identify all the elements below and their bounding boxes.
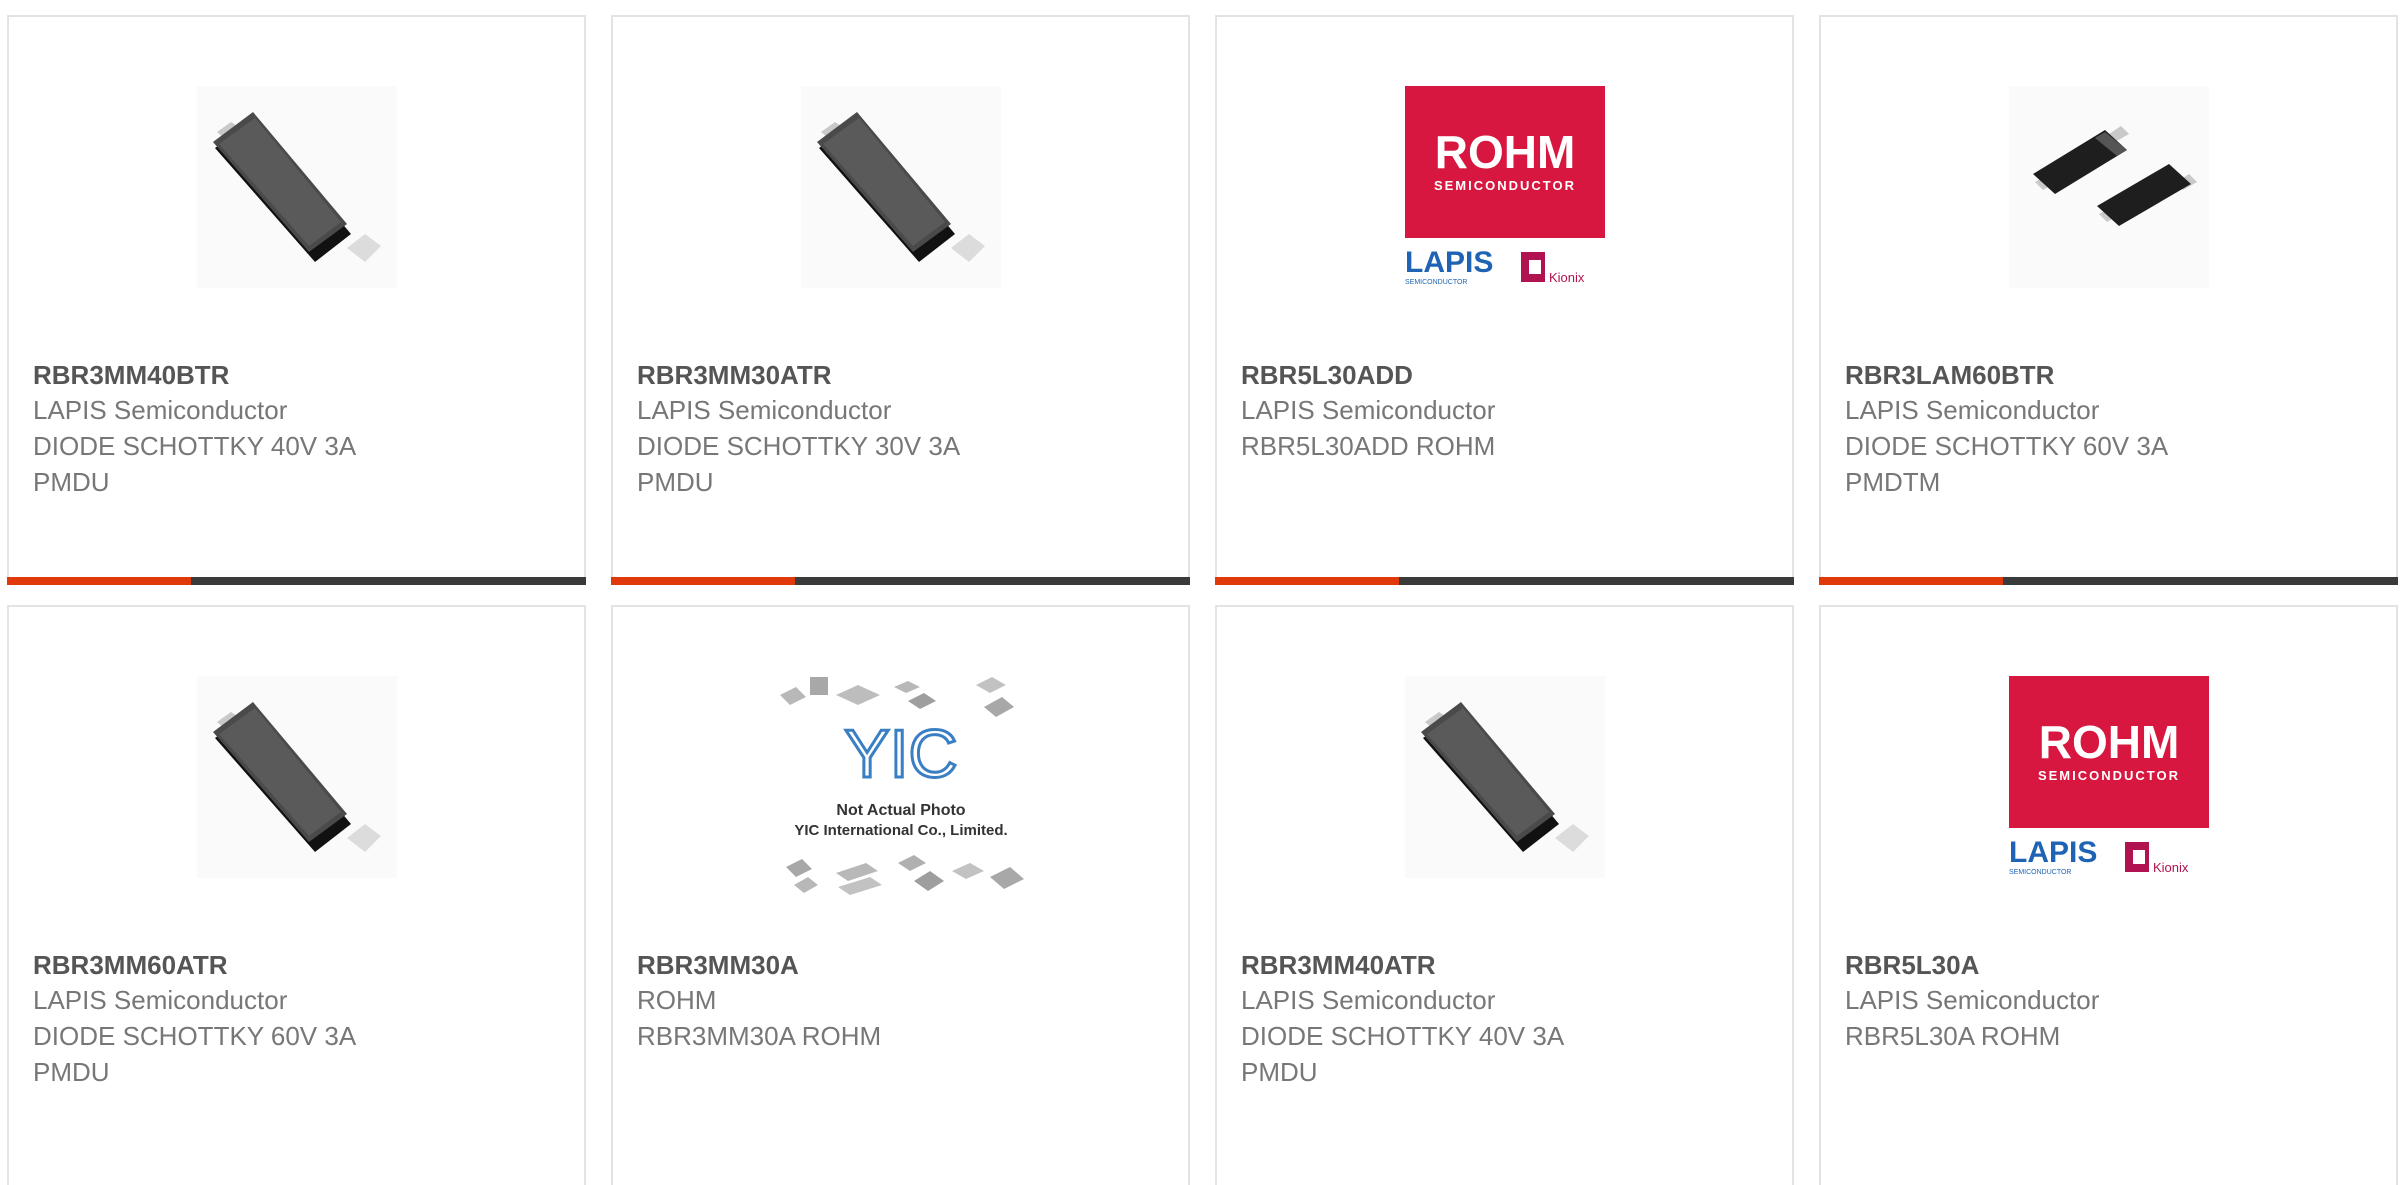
package: PMDU — [33, 467, 110, 497]
manufacturer: ROHM — [637, 985, 717, 1015]
product-card[interactable]: ROHM SEMICONDUCTOR LAPIS SEMICONDUCTOR K… — [1819, 605, 2398, 1185]
lapis-logo-subtext: SEMICONDUCTOR — [1405, 279, 1467, 286]
rohm-logo-icon: ROHM SEMICONDUCTOR LAPIS SEMICONDUCTOR K… — [1404, 86, 1605, 286]
placeholder-line1: Not Actual Photo — [836, 802, 965, 819]
part-number[interactable]: RBR3MM40ATR — [1241, 948, 1772, 982]
card-underline-accent — [1215, 577, 1399, 585]
lapis-logo-subtext: SEMICONDUCTOR — [2009, 869, 2071, 876]
product-image[interactable]: ROHM SEMICONDUCTOR LAPIS SEMICONDUCTOR K… — [2008, 676, 2209, 878]
product-card[interactable]: ROHM SEMICONDUCTOR LAPIS SEMICONDUCTOR K… — [1215, 15, 1794, 585]
diode-package-icon — [196, 676, 397, 878]
diode-package-icon — [2008, 86, 2209, 288]
product-image[interactable] — [196, 86, 397, 288]
card-underline — [1215, 577, 1794, 585]
product-card[interactable]: RBR3LAM60BTR LAPIS Semiconductor DIODE S… — [1819, 15, 2398, 585]
part-number[interactable]: RBR3MM30ATR — [637, 358, 1168, 392]
description: RBR3MM30A ROHM — [637, 1021, 882, 1051]
manufacturer: LAPIS Semiconductor — [1241, 395, 1496, 425]
diode-package-icon — [196, 86, 397, 288]
lapis-logo-text: LAPIS — [2009, 836, 2097, 869]
kionix-logo-text: Kionix — [2153, 860, 2189, 875]
part-number[interactable]: RBR3MM30A — [637, 948, 1168, 982]
card-underline — [1819, 577, 2398, 585]
product-image[interactable]: ROHM SEMICONDUCTOR LAPIS SEMICONDUCTOR K… — [1404, 86, 1605, 288]
kionix-logo-text: Kionix — [1549, 270, 1585, 285]
description: DIODE SCHOTTKY 40V 3A — [1241, 1021, 1565, 1051]
card-underline-accent — [7, 577, 191, 585]
rohm-logo-subtext: SEMICONDUCTOR — [2037, 768, 2179, 783]
placeholder-line2: YIC International Co., Limited. — [794, 822, 1007, 839]
product-image[interactable] — [800, 86, 1001, 288]
description: DIODE SCHOTTKY 60V 3A — [33, 1021, 357, 1051]
manufacturer: LAPIS Semiconductor — [33, 395, 288, 425]
rohm-logo-text: ROHM — [1434, 126, 1575, 178]
yic-logo-text: YIC — [844, 716, 957, 792]
package: PMDTM — [1845, 467, 1941, 497]
card-underline — [611, 577, 1190, 585]
manufacturer: LAPIS Semiconductor — [33, 985, 288, 1015]
description: RBR5L30ADD ROHM — [1241, 431, 1496, 461]
description: DIODE SCHOTTKY 30V 3A — [637, 431, 961, 461]
not-actual-photo-icon: YIC Not Actual Photo YIC International C… — [779, 677, 1024, 895]
package: PMDU — [33, 1057, 110, 1087]
part-number[interactable]: RBR3MM60ATR — [33, 948, 564, 982]
product-image[interactable] — [1404, 676, 1605, 878]
card-underline-accent — [611, 577, 795, 585]
product-grid: RBR3MM40BTR LAPIS Semiconductor DIODE SC… — [0, 0, 2400, 1185]
product-card[interactable]: YIC Not Actual Photo YIC International C… — [611, 605, 1190, 1185]
manufacturer: LAPIS Semiconductor — [1845, 985, 2100, 1015]
card-underline — [7, 577, 586, 585]
part-number[interactable]: RBR3MM40BTR — [33, 358, 564, 392]
description: RBR5L30A ROHM — [1845, 1021, 2061, 1051]
package: PMDU — [1241, 1057, 1318, 1087]
product-card[interactable]: RBR3MM40ATR LAPIS Semiconductor DIODE SC… — [1215, 605, 1794, 1185]
lapis-logo-text: LAPIS — [1405, 246, 1493, 279]
card-underline-accent — [1819, 577, 2003, 585]
description: DIODE SCHOTTKY 40V 3A — [33, 431, 357, 461]
part-number[interactable]: RBR3LAM60BTR — [1845, 358, 2376, 392]
product-image[interactable]: YIC Not Actual Photo YIC International C… — [766, 657, 1036, 907]
rohm-logo-subtext: SEMICONDUCTOR — [1433, 178, 1575, 193]
product-image[interactable] — [2008, 86, 2209, 288]
manufacturer: LAPIS Semiconductor — [1241, 985, 1496, 1015]
part-number[interactable]: RBR5L30A — [1845, 948, 2376, 982]
diode-package-icon — [800, 86, 1001, 288]
manufacturer: LAPIS Semiconductor — [637, 395, 892, 425]
manufacturer: LAPIS Semiconductor — [1845, 395, 2100, 425]
package: PMDU — [637, 467, 714, 497]
description: DIODE SCHOTTKY 60V 3A — [1845, 431, 2169, 461]
product-image[interactable] — [196, 676, 397, 878]
product-card[interactable]: RBR3MM30ATR LAPIS Semiconductor DIODE SC… — [611, 15, 1190, 585]
rohm-logo-text: ROHM — [2038, 716, 2179, 768]
product-card[interactable]: RBR3MM60ATR LAPIS Semiconductor DIODE SC… — [7, 605, 586, 1185]
diode-package-icon — [1404, 676, 1605, 878]
rohm-logo-icon: ROHM SEMICONDUCTOR LAPIS SEMICONDUCTOR K… — [2008, 676, 2209, 876]
product-card[interactable]: RBR3MM40BTR LAPIS Semiconductor DIODE SC… — [7, 15, 586, 585]
part-number[interactable]: RBR5L30ADD — [1241, 358, 1772, 392]
